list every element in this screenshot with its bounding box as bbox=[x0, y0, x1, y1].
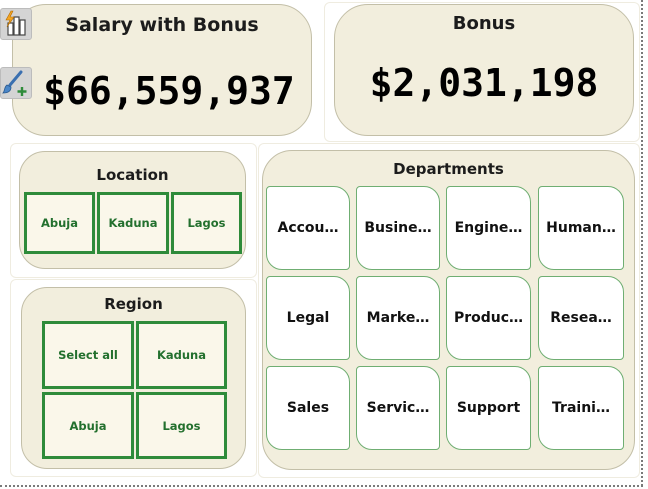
department-option-busine[interactable]: Busine… bbox=[356, 186, 440, 270]
bonus-card: Bonus $2,031,198 bbox=[334, 4, 634, 136]
format-paintbrush-button[interactable] bbox=[0, 67, 32, 99]
region-option-lagos[interactable]: Lagos bbox=[136, 392, 227, 459]
salary-with-bonus-card: Salary with Bonus $66,559,937 bbox=[12, 4, 312, 136]
canvas-edge-bottom bbox=[0, 485, 643, 487]
department-option-accou[interactable]: Accou… bbox=[266, 186, 350, 270]
department-option-produc[interactable]: Produc… bbox=[446, 276, 531, 360]
department-option-legal[interactable]: Legal bbox=[266, 276, 350, 360]
department-option-sales[interactable]: Sales bbox=[266, 366, 350, 450]
department-option-support[interactable]: Support bbox=[446, 366, 531, 450]
location-option-kaduna[interactable]: Kaduna bbox=[97, 192, 169, 254]
location-slicer-title: Location bbox=[96, 166, 169, 184]
region-option-kaduna[interactable]: Kaduna bbox=[136, 321, 227, 389]
paintbrush-plus-icon bbox=[2, 70, 27, 96]
canvas-edge-right bbox=[641, 0, 643, 486]
department-option-human[interactable]: Human… bbox=[538, 186, 624, 270]
bonus-title: Bonus bbox=[452, 13, 516, 34]
salary-with-bonus-title: Salary with Bonus bbox=[65, 14, 259, 36]
chart-bolt-button[interactable] bbox=[0, 8, 32, 40]
dashboard-canvas: Salary with Bonus $66,559,937 Bonus $2,0… bbox=[0, 0, 648, 489]
location-option-abuja[interactable]: Abuja bbox=[24, 192, 95, 254]
bonus-value: $2,031,198 bbox=[369, 61, 599, 105]
department-option-servic[interactable]: Servic… bbox=[356, 366, 440, 450]
region-slicer-title: Region bbox=[104, 295, 163, 313]
department-option-marke[interactable]: Marke… bbox=[356, 276, 440, 360]
department-option-engine[interactable]: Engine… bbox=[446, 186, 531, 270]
department-option-resea[interactable]: Resea… bbox=[538, 276, 624, 360]
department-option-traini[interactable]: Traini… bbox=[538, 366, 624, 450]
departments-slicer-title: Departments bbox=[393, 160, 504, 178]
chart-bolt-icon bbox=[5, 10, 26, 36]
salary-with-bonus-value: $66,559,937 bbox=[43, 69, 295, 113]
region-option-abuja[interactable]: Abuja bbox=[42, 392, 134, 459]
region-option-select-all[interactable]: Select all bbox=[42, 321, 134, 389]
location-option-lagos[interactable]: Lagos bbox=[171, 192, 242, 254]
